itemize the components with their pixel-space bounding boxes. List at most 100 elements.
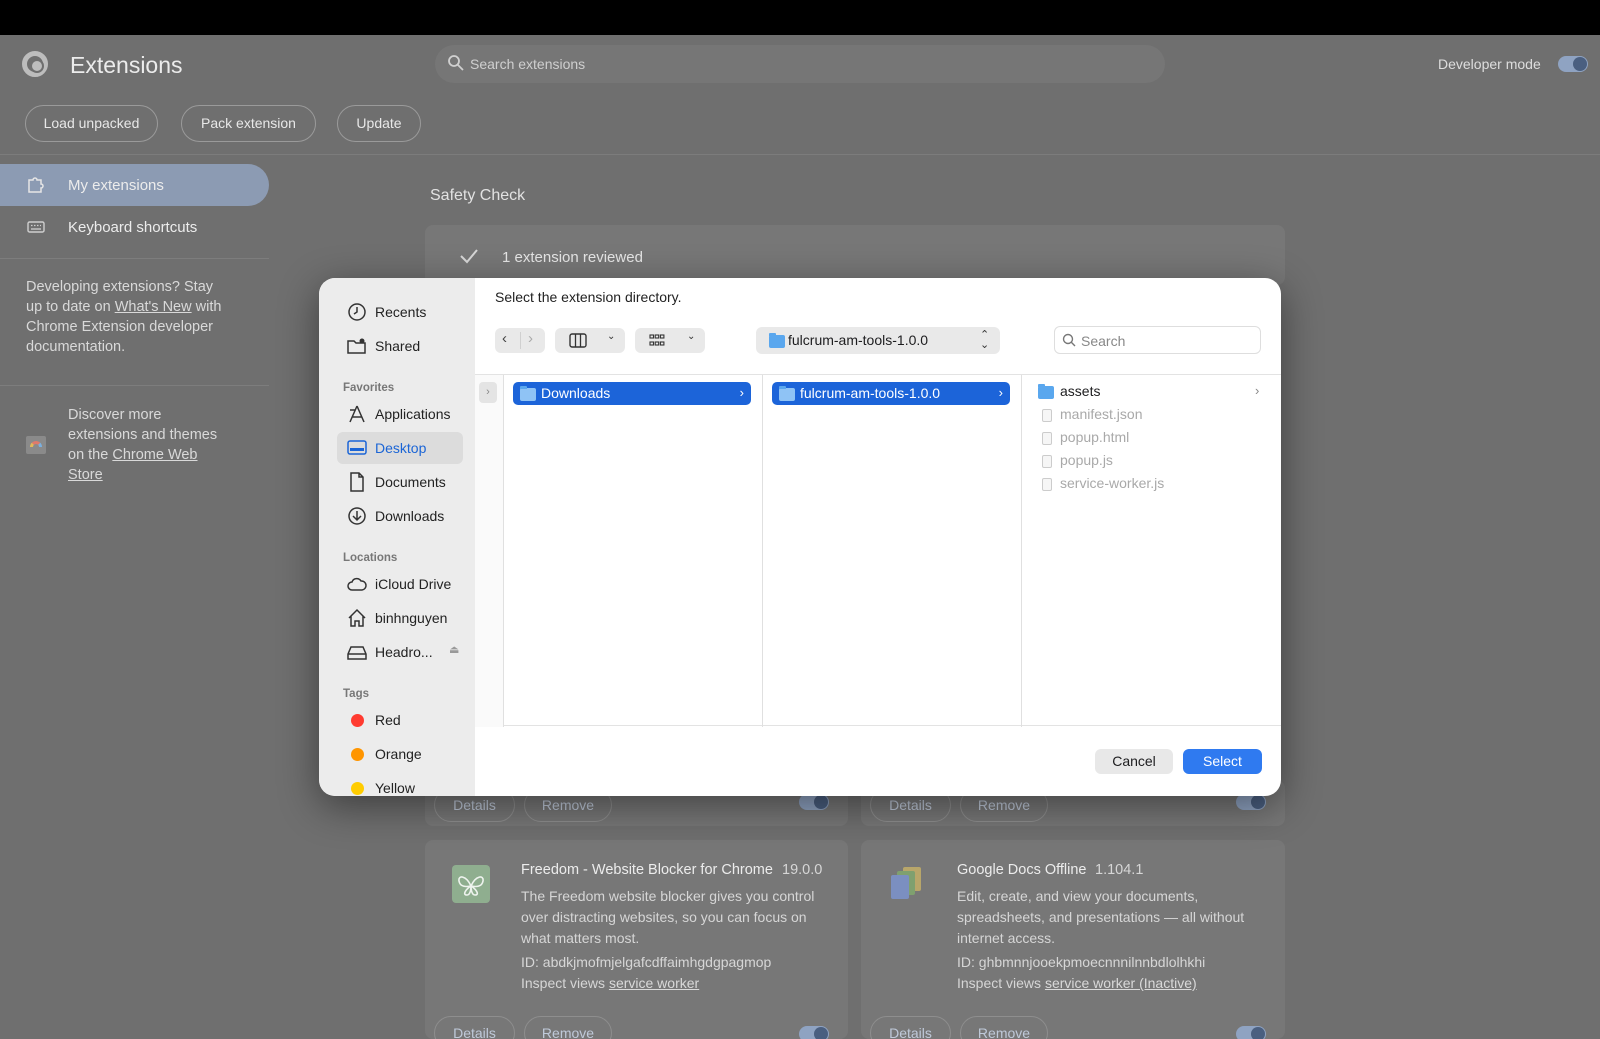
scroll-left-column[interactable]: › [475,375,503,727]
inspect-views: Inspect views service worker (Inactive) [957,975,1197,991]
locations-section-label: Locations [343,552,398,564]
sidebar-item-applications[interactable]: Applications [337,398,463,430]
details-button[interactable]: Details [870,1016,951,1039]
chrome-web-store-link[interactable]: Chrome Web [112,447,197,463]
folder-row-assets[interactable]: assets › [1038,383,1268,403]
pack-extension-button[interactable]: Pack extension [181,105,316,142]
path-popup-button[interactable]: fulcrum-am-tools-1.0.0 ⌃ ⌄ [756,327,1000,354]
extension-toggle[interactable] [1236,1026,1266,1039]
dialog-prompt: Select the extension directory. [495,289,682,305]
load-unpacked-button[interactable]: Load unpacked [25,105,158,142]
page-title: Extensions [70,52,183,78]
extension-toggle[interactable] [1236,794,1266,810]
sidebar-item-icloud-drive[interactable]: iCloud Drive [337,568,463,600]
extension-name: Google Docs Offline [957,862,1087,878]
cancel-button[interactable]: Cancel [1095,749,1173,774]
remove-button[interactable]: Remove [960,1016,1048,1039]
details-button[interactable]: Details [434,1016,515,1039]
update-button[interactable]: Update [337,105,421,142]
whats-new-link[interactable]: What's New [115,299,192,315]
dialog-search-input[interactable]: Search [1054,326,1261,354]
extension-card-google-docs: Google Docs Offline 1.104.1 Edit, create… [861,840,1285,1039]
keyboard-icon [27,221,45,233]
extension-id: ID: ghbmnnjooekpmoecnnnilnnbdlolhkhi [957,954,1206,970]
folder-row-downloads[interactable]: Downloads › [513,382,751,405]
freedom-logo-icon [452,865,490,903]
sidebar-item-desktop[interactable]: Desktop [337,432,463,464]
yellow-tag-icon [351,782,364,795]
chevron-right-icon: › [998,385,1003,400]
extensions-header: Extensions Search extensions Developer m… [0,35,1600,155]
applications-icon [349,405,365,423]
cloud-icon [347,577,367,591]
clock-icon [348,303,366,321]
safety-check-title: Safety Check [430,187,526,204]
document-icon [350,472,364,492]
remove-button[interactable]: Remove [524,1016,612,1039]
chevron-down-icon: ⌄ [607,331,616,342]
home-icon [348,608,366,627]
extension-toggle[interactable] [799,1026,829,1039]
favorites-section-label: Favorites [343,382,395,394]
folder-icon [779,386,795,401]
select-button[interactable]: Select [1183,749,1262,774]
folder-row-fulcrum[interactable]: fulcrum-am-tools-1.0.0 › [772,382,1010,405]
red-tag-icon [351,714,364,727]
forward-icon[interactable]: › [528,330,533,347]
up-down-chevron-icon: ⌃ ⌄ [980,329,990,351]
sidebar-item-documents[interactable]: Documents [337,466,463,498]
group-by-button[interactable]: ⌄ [635,328,705,353]
search-extensions-input[interactable]: Search extensions [435,45,1165,83]
shared-folder-icon [347,338,366,354]
developer-mode-label: Developer mode [1438,56,1541,72]
desktop-icon [347,440,367,455]
extension-description: Edit, create, and view your documents, sp… [957,888,1245,946]
chrome-web-store-link-cont[interactable]: Store [68,467,103,483]
file-row-service-worker[interactable]: service-worker.js [1042,475,1164,495]
reviewed-count-text: 1 extension reviewed [502,249,643,266]
select-directory-dialog: Recents Shared Favorites Applications De… [319,278,1281,796]
search-icon [448,55,464,71]
file-icon [1042,409,1052,422]
sidebar-item-downloads[interactable]: Downloads [337,500,463,532]
developer-info-text: Developing extensions? Stay up to date o… [26,279,222,355]
download-icon [348,507,366,525]
web-store-info-text: Discover more extensions and themes on t… [68,407,218,483]
view-mode-button[interactable]: ⌄ [555,328,625,353]
sidebar-tag-yellow[interactable]: Yellow [337,772,463,796]
column-browser: › Downloads › fulcrum-am-tools-1.0.0 › [475,374,1281,727]
file-row-manifest[interactable]: manifest.json [1042,406,1142,426]
orange-tag-icon [351,748,364,761]
service-worker-link[interactable]: service worker [609,975,699,991]
sidebar-tag-orange[interactable]: Orange [337,738,463,770]
sidebar-item-external-drive[interactable]: Headro... ⏏ [337,636,463,668]
extension-name: Freedom - Website Blocker for Chrome [521,862,773,878]
sidebar-item-keyboard-shortcuts[interactable]: Keyboard shortcuts [0,206,269,248]
file-row-popup-html[interactable]: popup.html [1042,429,1129,449]
extension-toggle[interactable] [799,794,829,810]
drive-icon [347,646,367,660]
sidebar-item-my-extensions[interactable]: My extensions [0,164,269,206]
back-forward-group: ‹ › [495,328,545,353]
sidebar-item-label: My extensions [68,177,164,194]
extension-version: 19.0.0 [782,862,823,878]
tags-section-label: Tags [343,688,369,700]
dialog-sidebar: Recents Shared Favorites Applications De… [319,278,475,796]
chevron-down-icon: ⌄ [687,331,696,342]
developer-mode-toggle[interactable] [1558,56,1588,72]
google-docs-logo-icon [889,865,925,901]
sidebar-item-shared[interactable]: Shared [337,330,463,362]
sidebar-item-recents[interactable]: Recents [337,296,463,328]
back-icon[interactable]: ‹ [502,330,507,347]
extension-version: 1.104.1 [1095,862,1144,878]
eject-icon[interactable]: ⏏ [449,643,459,656]
search-placeholder: Search extensions [470,56,586,72]
file-row-popup-js[interactable]: popup.js [1042,452,1113,472]
folder-icon [769,333,785,348]
service-worker-link[interactable]: service worker (Inactive) [1045,975,1197,991]
sidebar-item-home[interactable]: binhnguyen [337,602,463,634]
folder-icon [1038,384,1054,399]
search-icon [1062,333,1076,347]
sidebar-tag-red[interactable]: Red [337,704,463,736]
columns-view-icon [569,333,587,348]
